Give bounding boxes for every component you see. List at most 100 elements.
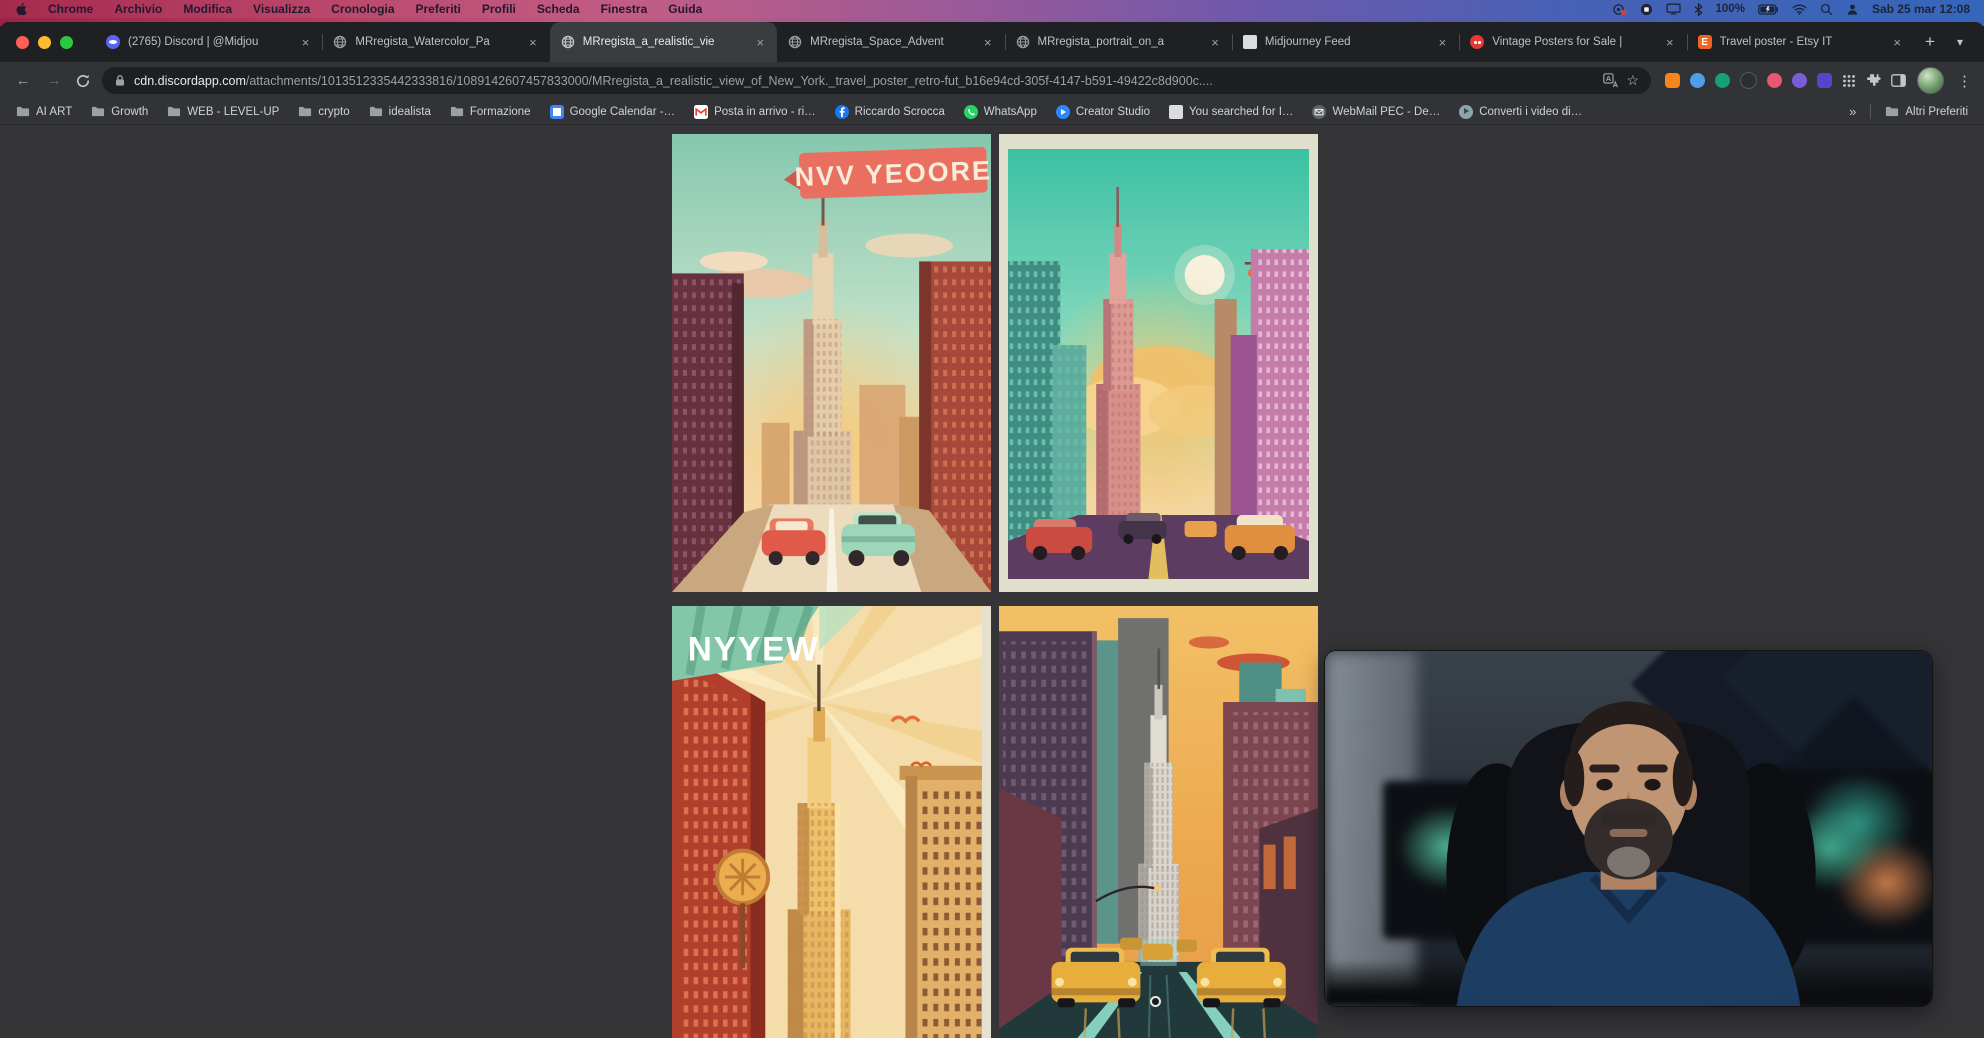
bookmark-growth[interactable]: Growth — [91, 105, 148, 119]
creator-studio-icon — [1056, 105, 1070, 119]
bookmark-label: You searched for I… — [1189, 106, 1293, 118]
bookmark-star-icon[interactable]: ☆ — [1626, 72, 1639, 89]
bookmark-you-searched[interactable]: You searched for I… — [1169, 105, 1293, 119]
menu-item-guida[interactable]: Guida — [668, 2, 702, 16]
extension-icon-purple[interactable] — [1792, 73, 1807, 88]
bookmarks-bar: AI ART Growth WEB - LEVEL-UP crypto idea… — [0, 99, 1984, 125]
zoom-window-button[interactable] — [60, 36, 73, 49]
chrome-menu-kebab-icon[interactable]: ⋮ — [1957, 72, 1971, 90]
bookmark-crypto[interactable]: crypto — [298, 105, 349, 119]
bookmark-webmail-pec[interactable]: WebMail PEC - De… — [1312, 105, 1440, 119]
bookmarks-overflow-chevron[interactable]: » — [1849, 104, 1856, 119]
bookmark-google-calendar[interactable]: Google Calendar -… — [550, 105, 675, 119]
window-controls — [16, 36, 73, 49]
stop-record-icon[interactable] — [1640, 3, 1653, 16]
tab-discord[interactable]: (2765) Discord | @Midjou × — [95, 22, 322, 62]
display-icon[interactable] — [1666, 3, 1681, 15]
page-content: NVV YEOORE — [0, 125, 1984, 1038]
bookmark-whatsapp[interactable]: WhatsApp — [964, 105, 1037, 119]
user-switch-icon[interactable] — [1846, 3, 1859, 16]
bookmark-converti-video[interactable]: Converti i video di… — [1459, 105, 1582, 119]
menu-item-modifica[interactable]: Modifica — [183, 2, 232, 16]
close-tab-icon[interactable]: × — [1209, 35, 1221, 50]
vignette — [1325, 651, 1932, 1006]
tab-watercolor[interactable]: MRregista_Watercolor_Pa × — [322, 22, 549, 62]
bookmark-other-favorites[interactable]: Altri Preferiti — [1885, 105, 1968, 119]
bookmark-facebook-profile[interactable]: Riccardo Scrocca — [835, 105, 945, 119]
tab-realistic-view-active[interactable]: MRregista_a_realistic_vie × — [550, 22, 777, 62]
bookmark-label: Riccardo Scrocca — [855, 106, 945, 118]
tab-space-adventure[interactable]: MRregista_Space_Advent × — [777, 22, 1004, 62]
bookmark-label: idealista — [389, 106, 431, 118]
bookmark-label: Posta in arrivo - ri… — [714, 106, 816, 118]
close-tab-icon[interactable]: × — [1891, 35, 1903, 50]
bookmark-label: Creator Studio — [1076, 106, 1150, 118]
menu-item-visualizza[interactable]: Visualizza — [253, 2, 310, 16]
menu-item-archivio[interactable]: Archivio — [114, 2, 162, 16]
menu-item-chrome[interactable]: Chrome — [48, 2, 93, 16]
bookmark-label: WhatsApp — [984, 106, 1037, 118]
bookmark-creator-studio[interactable]: Creator Studio — [1056, 105, 1150, 119]
address-bar[interactable]: cdn.discordapp.com/attachments/101351233… — [102, 67, 1651, 94]
extension-icon-orange[interactable] — [1665, 73, 1680, 88]
etsy-favicon: E — [1698, 35, 1712, 49]
forward-button[interactable]: → — [44, 72, 64, 89]
extension-icon-indigo[interactable] — [1817, 73, 1832, 88]
apps-grid-icon[interactable] — [1842, 74, 1856, 88]
menu-clock[interactable]: Sab 25 mar 12:08 — [1872, 2, 1970, 16]
apple-menu-icon[interactable] — [14, 2, 27, 16]
screen-record-icon[interactable] — [1612, 3, 1627, 16]
close-tab-icon[interactable]: × — [1664, 35, 1676, 50]
tab-midjourney-feed[interactable]: Midjourney Feed × — [1232, 22, 1459, 62]
bluetooth-icon[interactable] — [1694, 3, 1703, 16]
close-tab-icon[interactable]: × — [1437, 35, 1449, 50]
menu-item-finestra[interactable]: Finestra — [601, 2, 648, 16]
extension-icon-blue[interactable] — [1690, 73, 1705, 88]
bookmark-label: Google Calendar -… — [570, 106, 675, 118]
wifi-icon[interactable] — [1792, 4, 1807, 15]
close-tab-icon[interactable]: × — [982, 35, 994, 50]
bookmark-label: Formazione — [470, 106, 531, 118]
bookmark-formazione[interactable]: Formazione — [450, 105, 531, 119]
tab-bar: (2765) Discord | @Midjou × MRregista_Wat… — [0, 22, 1984, 62]
side-panel-icon[interactable] — [1891, 74, 1906, 87]
close-window-button[interactable] — [16, 36, 29, 49]
globe-favicon — [1016, 35, 1030, 49]
menu-item-preferiti[interactable]: Preferiti — [416, 2, 461, 16]
bookmark-idealista[interactable]: idealista — [369, 105, 431, 119]
extensions-puzzle-icon[interactable] — [1866, 73, 1881, 88]
close-tab-icon[interactable]: × — [527, 35, 539, 50]
menu-item-cronologia[interactable]: Cronologia — [331, 2, 394, 16]
close-tab-icon[interactable]: × — [755, 35, 767, 50]
translate-icon[interactable]: A — [1603, 73, 1618, 88]
close-tab-icon[interactable]: × — [300, 35, 312, 50]
extension-icon-green[interactable] — [1715, 73, 1730, 88]
bookmark-web-level-up[interactable]: WEB - LEVEL-UP — [167, 105, 279, 119]
spotlight-search-icon[interactable] — [1820, 3, 1833, 16]
macos-menu-bar: Chrome Archivio Modifica Visualizza Cron… — [0, 0, 1984, 18]
tab-search-chevron-icon[interactable]: ▾ — [1946, 28, 1974, 56]
extension-icon-pink[interactable] — [1767, 73, 1782, 88]
bookmark-gmail-inbox[interactable]: Posta in arrivo - ri… — [694, 105, 816, 119]
poster-new-york-bottom-right — [999, 606, 1318, 1038]
new-tab-button[interactable]: + — [1916, 28, 1944, 56]
bookmark-ai-art[interactable]: AI ART — [16, 105, 72, 119]
lock-icon[interactable] — [114, 74, 126, 87]
extension-icon-dark[interactable] — [1740, 72, 1757, 89]
folder-icon — [1885, 105, 1899, 119]
tab-vintage-posters[interactable]: Vintage Posters for Sale | × — [1459, 22, 1686, 62]
bookmark-label: Converti i video di… — [1479, 106, 1582, 118]
tab-etsy[interactable]: E Travel poster - Etsy IT × — [1687, 22, 1914, 62]
webcam-overlay — [1325, 651, 1932, 1006]
poster-new-york-top-left: NVV YEOORE — [672, 134, 991, 592]
minimize-window-button[interactable] — [38, 36, 51, 49]
tab-portrait[interactable]: MRregista_portrait_on_a × — [1005, 22, 1232, 62]
globe-favicon — [561, 35, 575, 49]
bookmark-label: Altri Preferiti — [1905, 106, 1968, 118]
back-button[interactable]: ← — [13, 72, 33, 89]
menu-item-profili[interactable]: Profili — [482, 2, 516, 16]
profile-avatar[interactable] — [1917, 67, 1944, 94]
reload-button[interactable] — [75, 73, 91, 89]
tab-label: MRregista_a_realistic_vie — [583, 36, 747, 48]
menu-item-scheda[interactable]: Scheda — [537, 2, 580, 16]
